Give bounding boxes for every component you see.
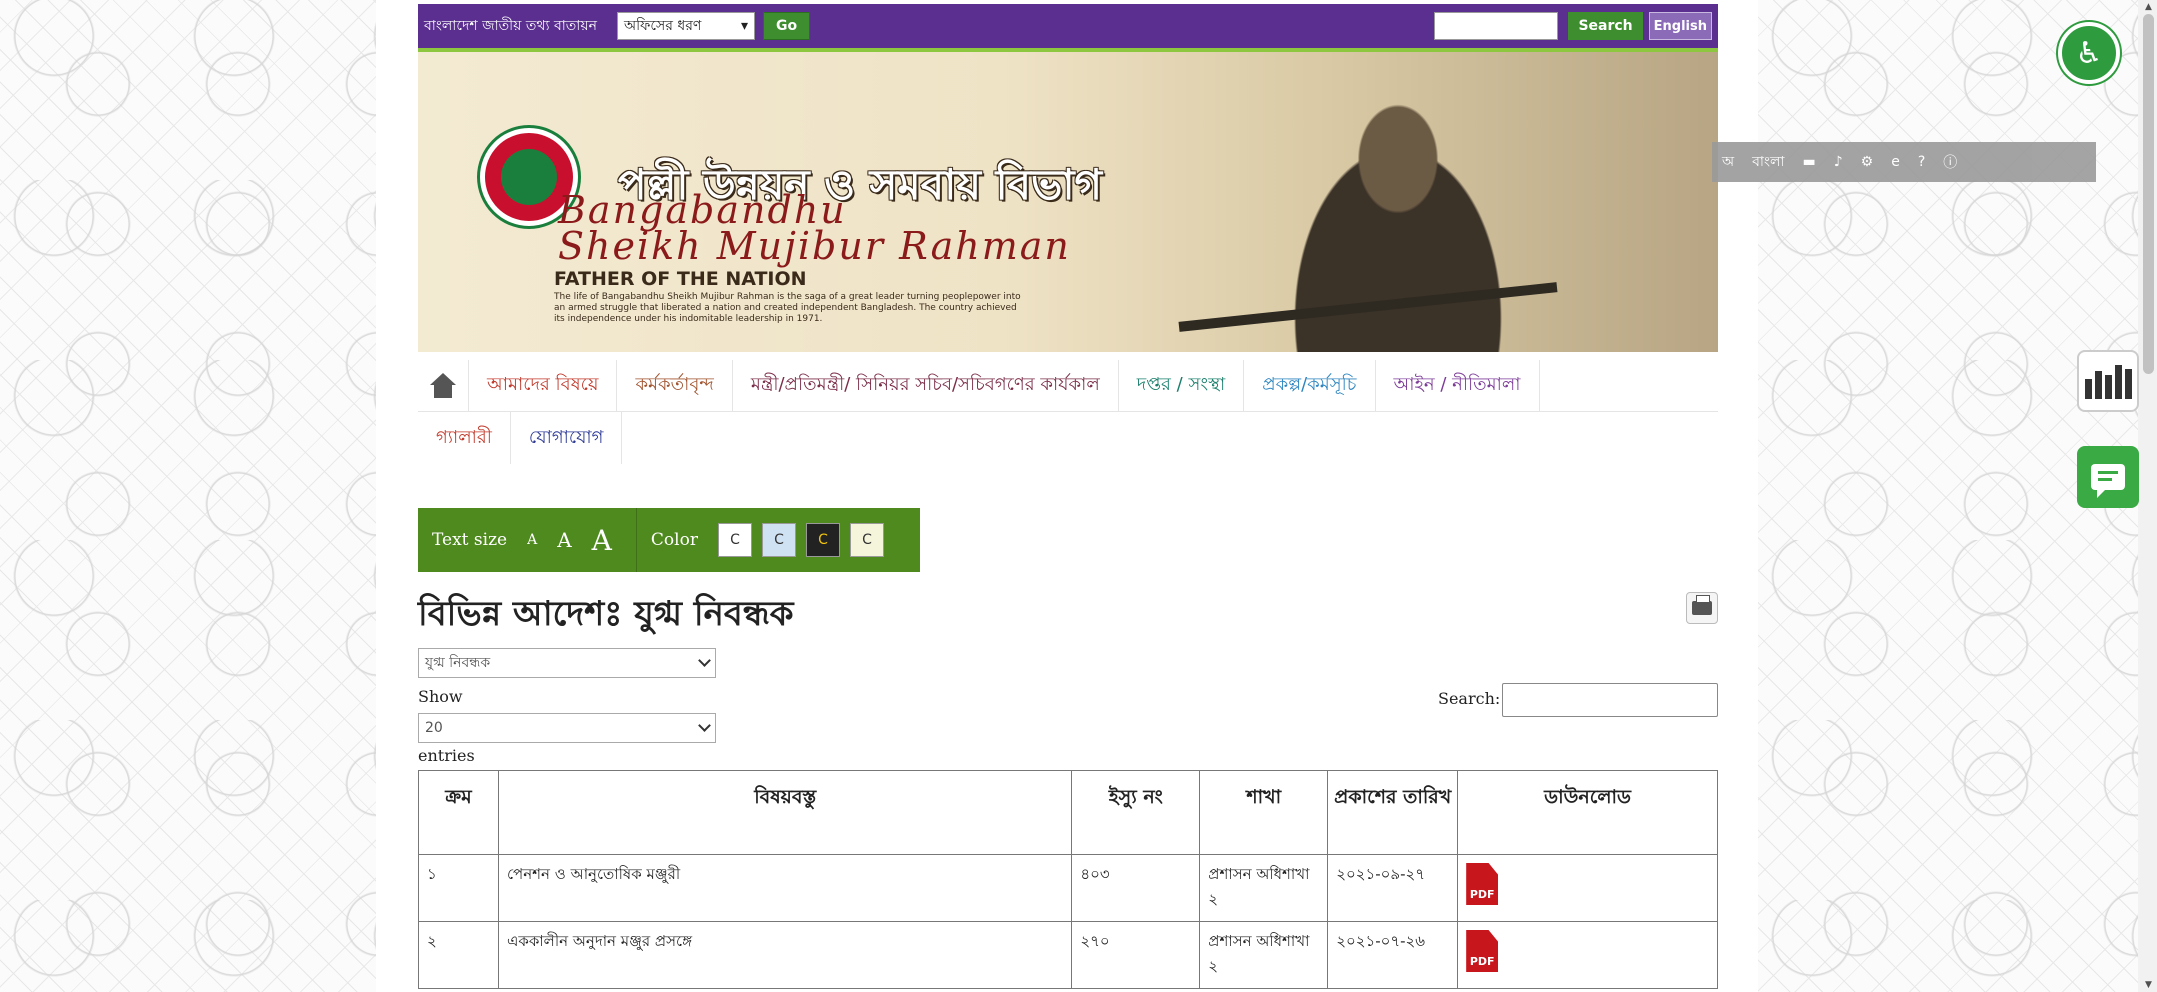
left-decorative-background: [0, 0, 376, 992]
nav-row-2: গ্যালারী যোগাযোগ: [418, 412, 1718, 464]
orders-table: ক্রম বিষয়বস্তু ইস্যু নং শাখা প্রকাশের ত…: [418, 770, 1718, 989]
chat-icon: [2091, 464, 2125, 498]
text-size-large[interactable]: A: [592, 524, 612, 557]
font-toggle-icon[interactable]: অ: [1722, 150, 1734, 174]
column-header[interactable]: ডাউনলোড: [1457, 770, 1718, 855]
category-filter-select[interactable]: যুগ্ম নিবন্ধক: [418, 648, 716, 678]
main-page: বাংলাদেশ জাতীয় তথ্য বাতায়ন অফিসের ধরণ …: [376, 0, 1758, 992]
settings-icon[interactable]: ⚙: [1861, 154, 1874, 170]
nav-gallery[interactable]: গ্যালারী: [418, 412, 511, 464]
home-icon: [428, 372, 458, 399]
tool-divider: [635, 508, 637, 572]
office-type-value: অফিসের ধরণ: [623, 18, 702, 34]
chevron-down-icon: [698, 719, 711, 732]
speech-icon[interactable]: ♪: [1834, 154, 1843, 170]
help-icon[interactable]: ?: [1918, 154, 1925, 170]
scrollbar-thumb[interactable]: [2143, 14, 2154, 374]
cell-issue: ২৭০: [1071, 921, 1201, 989]
cell-download: PDF: [1457, 921, 1718, 989]
nav-row-1: আমাদের বিষয়ে কর্মকর্তাবৃন্দ মন্ত্রী/প্র…: [418, 360, 1718, 412]
pdf-icon[interactable]: PDF: [1466, 863, 1499, 905]
table-header-row: ক্রম বিষয়বস্তু ইস্যু নং শাখা প্রকাশের ত…: [418, 770, 1718, 855]
cell-serial: ১: [418, 854, 499, 922]
pdf-icon[interactable]: PDF: [1466, 930, 1499, 972]
top-search-button[interactable]: Search: [1568, 12, 1643, 40]
color-beige-option[interactable]: C: [849, 523, 884, 557]
print-button[interactable]: [1686, 592, 1718, 624]
cell-issue: ৪০৩: [1071, 854, 1201, 922]
text-size-label: Text size: [432, 530, 508, 550]
color-blue-option[interactable]: C: [761, 523, 796, 557]
english-language-button[interactable]: English: [1648, 12, 1712, 40]
accessibility-icon[interactable]: ♿: [2058, 22, 2120, 84]
nav-departments[interactable]: দপ্তর / সংস্থা: [1119, 360, 1245, 411]
color-white-option[interactable]: C: [717, 523, 752, 557]
page-size-select[interactable]: 20: [418, 713, 716, 743]
text-size-small[interactable]: A: [527, 532, 537, 548]
text-size-medium[interactable]: A: [557, 528, 571, 552]
show-label: Show: [418, 687, 463, 706]
category-filter-value: যুগ্ম নিবন্ধক: [425, 655, 491, 671]
browser-icon[interactable]: e: [1891, 154, 1900, 170]
cell-serial: ২: [418, 921, 499, 989]
go-button[interactable]: Go: [762, 12, 811, 40]
statistics-button[interactable]: [2077, 350, 2139, 412]
column-header[interactable]: ইস্যু নং: [1071, 770, 1201, 855]
color-dark-option[interactable]: C: [805, 523, 840, 557]
table-row: ২ এককালীন অনুদান মঞ্জুর প্রসঙ্গে ২৭০ প্র…: [418, 921, 1718, 989]
table-search-input[interactable]: [1502, 683, 1718, 717]
keyboard-icon[interactable]: ▬: [1803, 154, 1816, 170]
banner-blurb: The life of Bangabandhu Sheikh Mujibur R…: [554, 292, 1021, 324]
column-header[interactable]: ক্রম: [418, 770, 499, 855]
nav-contact[interactable]: যোগাযোগ: [511, 412, 623, 464]
chevron-down-icon: [698, 654, 711, 667]
nav-officers[interactable]: কর্মকর্তাবৃন্দ: [617, 360, 733, 411]
color-label: Color: [650, 530, 698, 550]
nav-projects[interactable]: প্রকল্প/কর্মসূচি: [1244, 360, 1376, 411]
nav-ministers[interactable]: মন্ত্রী/প্রতিমন্ত্রী/ সিনিয়র সচিব/সচিবগ…: [733, 360, 1119, 411]
accessibility-tool: Text size A A A Color C C C C: [418, 508, 920, 572]
banner-father-nation: FATHER OF THE NATION: [554, 268, 807, 290]
nav-home[interactable]: [418, 360, 469, 411]
entries-label: entries: [418, 746, 475, 765]
scroll-down-arrow[interactable]: ▼: [2143, 979, 2154, 991]
cell-subject: এককালীন অনুদান মঞ্জুর প্রসঙ্গে: [497, 921, 1073, 989]
info-icon[interactable]: ⓘ: [1943, 152, 1957, 172]
office-type-select[interactable]: অফিসের ধরণ ▾: [616, 12, 755, 40]
cell-download: PDF: [1457, 854, 1718, 922]
page-size-value: 20: [425, 720, 443, 736]
table-search-label: Search:: [1438, 689, 1501, 708]
nav-about[interactable]: আমাদের বিষয়ে: [469, 360, 618, 411]
cell-date: ২০২১-০৭-২৬: [1327, 921, 1459, 989]
top-search-input[interactable]: [1434, 12, 1559, 40]
table-row: ১ পেনশন ও আনুতোষিক মঞ্জুরী ৪০৩ প্রশাসন অ…: [418, 854, 1718, 922]
column-header[interactable]: বিষয়বস্তু: [497, 770, 1073, 855]
nav-laws[interactable]: আইন / নীতিমালা: [1376, 360, 1540, 411]
column-header[interactable]: প্রকাশের তারিখ: [1327, 770, 1459, 855]
page-title: বিভিন্ন আদেশঃ যুগ্ম নিবন্ধক: [418, 594, 794, 634]
cell-subject: পেনশন ও আনুতোষিক মঞ্জুরী: [497, 854, 1073, 922]
cell-branch: প্রশাসন অধিশাখা ২: [1199, 854, 1329, 922]
top-bar: বাংলাদেশ জাতীয় তথ্য বাতায়ন অফিসের ধরণ …: [418, 4, 1718, 48]
column-header[interactable]: শাখা: [1199, 770, 1329, 855]
cell-date: ২০২১-০৯-২৭: [1327, 854, 1459, 922]
print-icon: [1692, 595, 1712, 615]
cell-branch: প্রশাসন অধিশাখা ২: [1199, 921, 1329, 989]
main-navigation: আমাদের বিষয়ে কর্মকর্তাবৃন্দ মন্ত্রী/প্র…: [418, 360, 1718, 466]
scroll-up-arrow[interactable]: ▲: [2143, 1, 2154, 13]
caret-down-icon: ▾: [740, 18, 748, 34]
bar-chart-icon: [2084, 363, 2132, 399]
banner-name-line2: Sheikh Mujibur Rahman: [558, 224, 1071, 268]
chat-button[interactable]: [2077, 446, 2139, 508]
site-banner: পল্লী উন্নয়ন ও সমবায় বিভাগ Bangabandhu…: [418, 52, 1718, 352]
accessibility-toolbar: অ বাংলা ▬ ♪ ⚙ e ? ⓘ: [1712, 142, 2096, 182]
portal-link[interactable]: বাংলাদেশ জাতীয় তথ্য বাতায়ন: [424, 14, 597, 38]
language-select[interactable]: বাংলা: [1752, 150, 1784, 174]
